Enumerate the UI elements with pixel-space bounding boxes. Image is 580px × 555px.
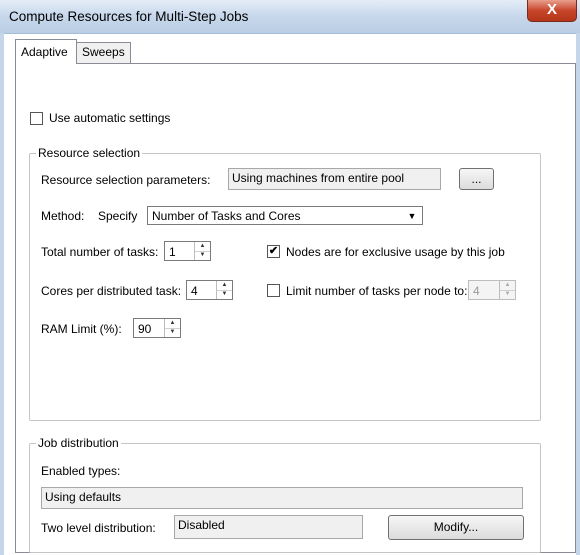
limit-tasks-checkbox[interactable] [267, 284, 280, 297]
limit-tasks-spin-buttons: ▲ ▼ [499, 281, 515, 299]
exclusive-usage-checkbox[interactable] [267, 245, 280, 258]
two-level-field: Disabled [174, 515, 363, 539]
resource-selection-title: Resource selection [36, 146, 143, 160]
limit-tasks-spinner: 4 ▲ ▼ [468, 280, 516, 300]
window-frame-left [0, 33, 4, 555]
spin-down-icon: ▼ [504, 291, 511, 297]
tab-sweeps[interactable]: Sweeps [76, 42, 131, 63]
tab-adaptive[interactable]: Adaptive [15, 39, 77, 64]
cores-per-task-value: 4 [191, 284, 198, 298]
two-level-label: Two level distribution: [41, 521, 156, 535]
resource-params-label: Resource selection parameters: [41, 173, 211, 187]
method-select[interactable]: Number of Tasks and Cores ▼ [147, 206, 423, 225]
method-select-value: Number of Tasks and Cores [152, 209, 301, 223]
tab-sweeps-label: Sweeps [82, 45, 125, 59]
chevron-down-icon: ▼ [407, 211, 417, 221]
ram-limit-value: 90 [138, 322, 152, 336]
cores-per-task-label: Cores per distributed task: [41, 284, 182, 298]
enabled-types-field: Using defaults [41, 487, 523, 509]
window-title: Compute Resources for Multi-Step Jobs [9, 9, 249, 24]
spin-down-icon[interactable]: ▼ [195, 251, 210, 260]
spin-down-icon[interactable]: ▼ [165, 328, 180, 337]
total-tasks-value: 1 [169, 245, 176, 259]
dialog-window: Compute Resources for Multi-Step Jobs X … [0, 0, 580, 555]
title-bar[interactable]: Compute Resources for Multi-Step Jobs X [0, 0, 580, 34]
specify-label: Specify [98, 209, 138, 223]
enabled-types-label: Enabled types: [41, 464, 121, 478]
exclusive-usage-label: Nodes are for exclusive usage by this jo… [286, 245, 505, 259]
resource-params-browse-button[interactable]: ... [459, 168, 494, 190]
limit-tasks-label: Limit number of tasks per node to: [286, 284, 468, 298]
modify-button[interactable]: Modify... [388, 515, 524, 540]
spin-down-icon[interactable]: ▼ [217, 290, 232, 299]
ram-limit-label: RAM Limit (%): [41, 322, 122, 336]
close-button[interactable]: X [527, 0, 577, 22]
cores-per-task-spinner[interactable]: 4 ▲ ▼ [186, 280, 233, 300]
tab-adaptive-label: Adaptive [21, 45, 68, 59]
use-automatic-settings-checkbox[interactable] [30, 112, 43, 125]
tab-panel-adaptive: Use automatic settings Resource selectio… [15, 63, 576, 553]
close-icon: X [546, 1, 557, 18]
use-automatic-settings-label: Use automatic settings [49, 111, 171, 125]
window-frame-right [576, 33, 580, 555]
resource-params-field: Using machines from entire pool [228, 168, 441, 190]
total-tasks-spin-buttons: ▲ ▼ [194, 242, 210, 260]
cores-per-task-spin-buttons: ▲ ▼ [216, 281, 232, 299]
ram-limit-spin-buttons: ▲ ▼ [164, 319, 180, 337]
total-tasks-label: Total number of tasks: [41, 245, 159, 259]
job-distribution-title: Job distribution [36, 436, 121, 450]
limit-tasks-value: 4 [473, 284, 480, 298]
total-tasks-spinner[interactable]: 1 ▲ ▼ [164, 241, 211, 261]
method-label: Method: [41, 209, 85, 223]
ram-limit-spinner[interactable]: 90 ▲ ▼ [133, 318, 181, 338]
